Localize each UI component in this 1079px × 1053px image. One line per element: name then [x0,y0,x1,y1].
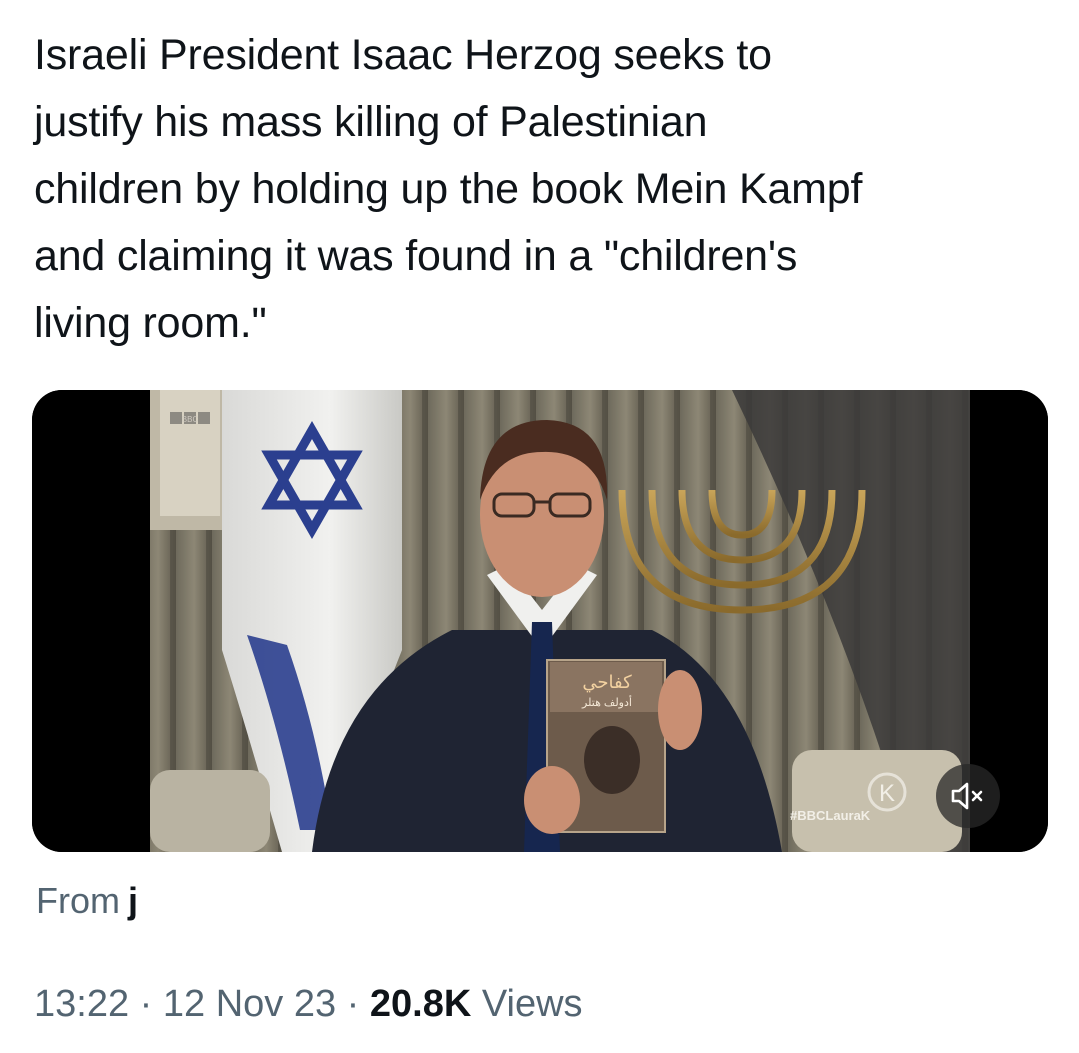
video-frame: كفاحي أدولف هتلر BBC K #BBCLauraK [32,390,1048,852]
views-label: Views [481,983,583,1025]
right-hand [658,670,702,750]
from-label: From [36,880,120,921]
book-title: كفاحي [582,672,632,693]
tweet-date[interactable]: 12 Nov 23 [163,983,336,1025]
left-hand [524,766,580,834]
media-source: From j [36,880,138,922]
bbc-logo: BBC [170,412,210,424]
views-count: 20.8K [369,983,472,1025]
source-user-link[interactable]: j [128,880,138,921]
mute-button[interactable] [936,764,1000,828]
hashtag-watermark: #BBCLauraK [790,808,871,823]
tweet-time[interactable]: 13:22 [34,983,129,1025]
svg-text:K: K [879,780,895,807]
video-player[interactable]: كفاحي أدولف هتلر BBC K #BBCLauraK [32,390,1048,852]
svg-text:BBC: BBC [182,415,199,424]
tweet-meta: 13:22 · 12 Nov 23 · 20.8K Views [34,983,583,1026]
book-author: أدولف هتلر [581,695,632,709]
tweet-text: Israeli President Isaac Herzog seeks to … [34,31,863,347]
speaker-muted-icon [951,782,983,810]
meta-separator: · [346,983,360,1025]
meta-separator: · [139,983,153,1025]
